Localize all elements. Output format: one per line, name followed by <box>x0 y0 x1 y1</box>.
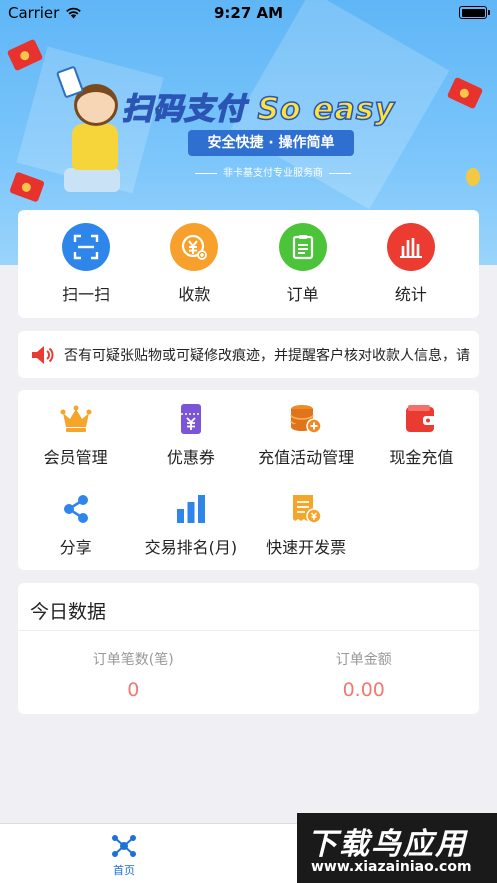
quick-invoice-label: 快速开发票 <box>266 538 347 557</box>
banner-slogan: 扫码支付 So easy <box>121 91 396 128</box>
cash-recharge-button[interactable]: 现金充值 <box>364 390 479 480</box>
gold-coin-icon <box>466 168 480 186</box>
watermark: 下载鸟应用 www.xiazainiao.com <box>297 813 497 883</box>
member-management-label: 会员管理 <box>43 448 108 467</box>
coupon-icon <box>174 402 208 436</box>
scan-label: 扫一扫 <box>62 285 111 304</box>
order-amount-stat[interactable]: 订单金额 0.00 <box>249 631 480 701</box>
scan-icon <box>62 223 111 271</box>
today-data-title: 今日数据 <box>18 583 479 631</box>
order-count-stat[interactable]: 订单笔数(笔) 0 <box>18 631 249 701</box>
red-envelope-icon <box>9 171 45 203</box>
recharge-campaign-button[interactable]: 充值活动管理 <box>249 390 364 480</box>
statistics-label: 统计 <box>394 285 427 304</box>
member-management-button[interactable]: 会员管理 <box>18 390 133 480</box>
cash-recharge-label: 现金充值 <box>389 448 454 467</box>
share-icon <box>59 492 93 526</box>
banner-subtitle: 安全快捷 · 操作简单 <box>188 130 354 156</box>
order-count-label: 订单笔数(笔) <box>92 652 174 668</box>
coupon-button[interactable]: 优惠券 <box>133 390 248 480</box>
bar-chart-icon <box>386 223 435 271</box>
clipboard-icon <box>278 223 327 271</box>
speaker-icon <box>30 343 54 367</box>
watermark-title: 下载鸟应用 <box>307 827 467 862</box>
scan-button[interactable]: 扫一扫 <box>41 223 131 305</box>
order-amount-value: 0.00 <box>342 679 385 701</box>
today-data-card: 今日数据 订单笔数(笔) 0 订单金额 0.00 <box>18 583 479 714</box>
share-button[interactable]: 分享 <box>18 480 133 570</box>
collect-payment-button[interactable]: 收款 <box>149 223 239 305</box>
orders-button[interactable]: 订单 <box>258 223 348 305</box>
statistics-button[interactable]: 统计 <box>366 223 456 305</box>
tools-card: 会员管理 优惠券 充值活动管理 现金充值 分享 交易排名(月) 快速开发票 <box>18 390 479 570</box>
mascot-illustration <box>52 65 132 196</box>
yuan-coin-icon <box>170 223 219 271</box>
recharge-campaign-label: 充值活动管理 <box>258 448 355 467</box>
tab-home-label: 首页 <box>113 864 135 877</box>
coupon-label: 优惠券 <box>166 448 215 467</box>
quick-invoice-button[interactable]: 快速开发票 <box>249 480 364 570</box>
red-envelope-icon <box>6 38 44 72</box>
notice-bar[interactable]: 否有可疑张贴物或可疑修改痕迹，并提醒客户核对收款人信息，请 <box>18 331 479 378</box>
notice-text: 否有可疑张贴物或可疑修改痕迹，并提醒客户核对收款人信息，请 <box>64 347 470 364</box>
ranking-bars-icon <box>174 492 208 526</box>
order-amount-label: 订单金额 <box>335 652 392 668</box>
share-label: 分享 <box>59 538 92 557</box>
crown-icon <box>59 402 93 436</box>
red-envelope-icon <box>446 76 484 110</box>
coins-stack-icon <box>289 402 323 436</box>
network-icon <box>112 835 136 857</box>
quick-actions-card: 扫一扫 收款 订单 统计 <box>18 210 479 318</box>
watermark-url: www.xiazainiao.com <box>311 859 472 875</box>
collect-payment-label: 收款 <box>178 285 211 304</box>
carrier-label: Carrier <box>8 4 60 22</box>
transaction-ranking-button[interactable]: 交易排名(月) <box>133 480 248 570</box>
tab-home[interactable]: 首页 <box>96 834 152 878</box>
wifi-icon <box>66 7 82 19</box>
transaction-ranking-label: 交易排名(月) <box>144 538 238 557</box>
banner-tagline: 非卡基支付专业服务商 <box>168 164 378 179</box>
order-count-value: 0 <box>127 679 140 701</box>
invoice-icon <box>289 492 323 526</box>
orders-label: 订单 <box>286 285 319 304</box>
wallet-icon <box>404 402 438 436</box>
battery-icon <box>459 6 490 19</box>
status-bar: Carrier 9:27 AM <box>0 0 497 26</box>
